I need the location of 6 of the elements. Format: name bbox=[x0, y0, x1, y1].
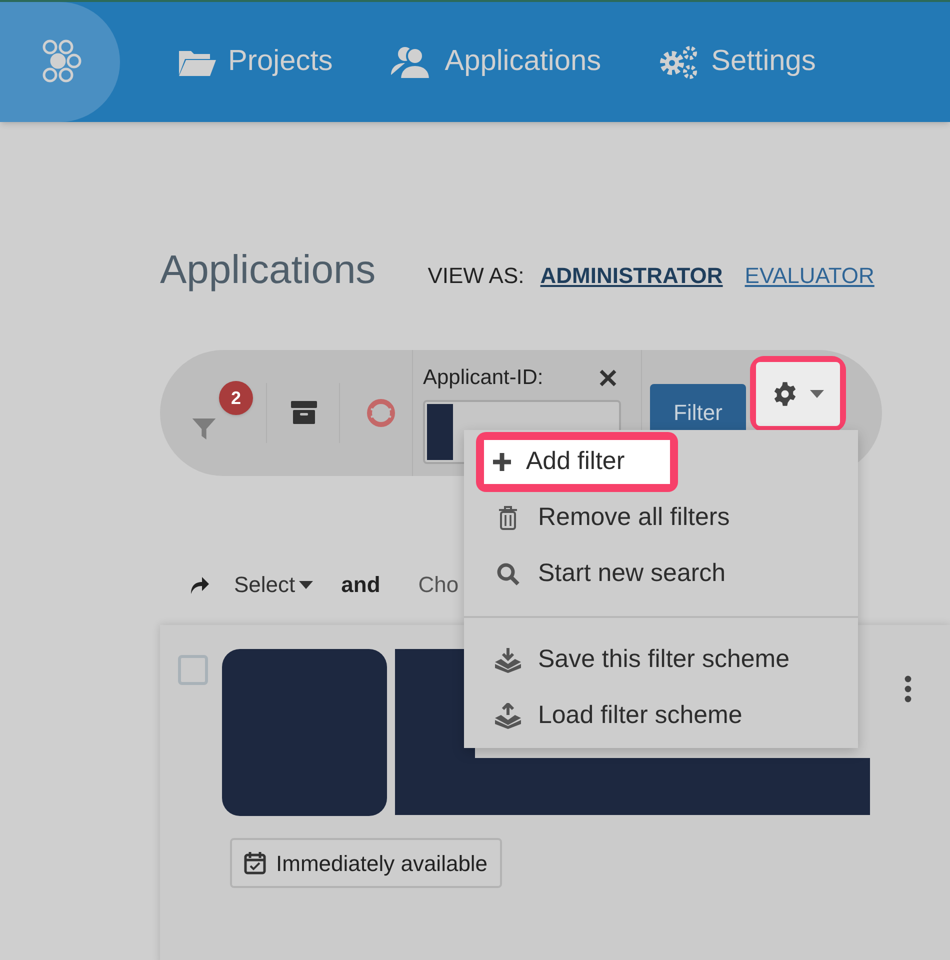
filter-count-badge: 2 bbox=[219, 381, 253, 415]
field-label: Applicant-ID: bbox=[423, 365, 544, 392]
view-as-label: VIEW AS: bbox=[428, 262, 524, 290]
availability-text: Immediately available bbox=[276, 850, 488, 878]
conjunction-text: and bbox=[341, 571, 380, 599]
page-title: Applications bbox=[160, 247, 376, 294]
